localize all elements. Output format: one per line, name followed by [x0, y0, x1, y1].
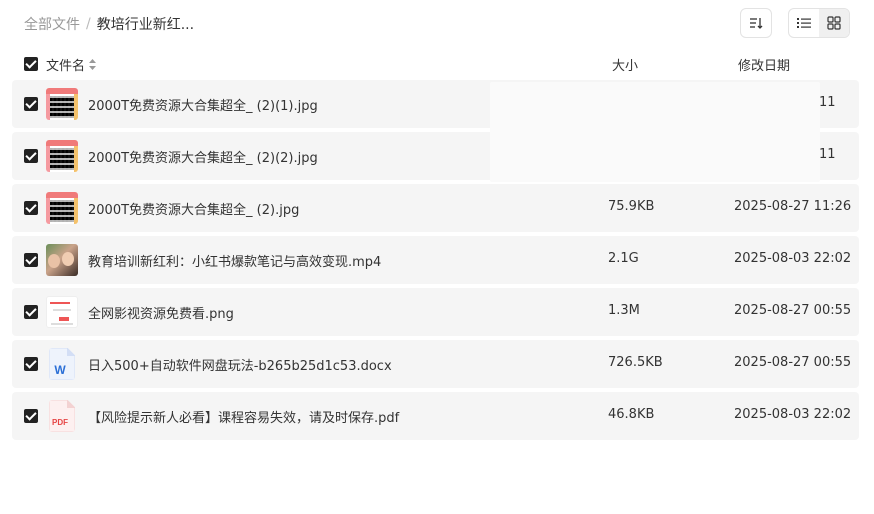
- row-checkbox[interactable]: [24, 253, 38, 267]
- png-image-icon: [46, 296, 78, 328]
- file-size: 2.1G: [608, 251, 639, 266]
- file-row[interactable]: W 日入500+自动软件网盘玩法-b265b25d1c53.docx 726.5…: [12, 340, 859, 388]
- video-thumbnail-icon: [46, 244, 78, 276]
- file-date: 2025-08-03 22:02: [734, 251, 852, 266]
- file-date: 2025-08-27 11:26: [734, 199, 852, 214]
- svg-text:W: W: [54, 363, 66, 377]
- name-column-header[interactable]: 文件名: [46, 55, 97, 74]
- file-size: 75.9KB: [608, 199, 655, 214]
- file-name[interactable]: 2000T免费资源大合集超全_ (2)(2).jpg: [88, 147, 318, 166]
- qr-image-icon: [46, 88, 78, 120]
- view-toggle: [788, 8, 850, 38]
- grid-view-icon: [827, 16, 841, 30]
- grid-view-button[interactable]: [819, 9, 849, 37]
- list-view-button[interactable]: [789, 9, 819, 37]
- file-name[interactable]: 教育培训新红利：小红书爆款笔记与高效变现.mp4: [88, 251, 381, 270]
- svg-text:PDF: PDF: [52, 418, 68, 427]
- word-doc-icon: W: [46, 348, 78, 380]
- file-date: 11: [819, 95, 836, 110]
- file-size: 1.3M: [608, 303, 640, 318]
- breadcrumb-separator: /: [86, 16, 91, 32]
- file-date: 11: [819, 147, 836, 162]
- file-row[interactable]: 2000T免费资源大合集超全_ (2).jpg 75.9KB 2025-08-2…: [12, 184, 859, 232]
- hover-overlay: [490, 82, 820, 182]
- row-checkbox[interactable]: [24, 201, 38, 215]
- size-column-header[interactable]: 大小: [612, 55, 638, 74]
- list-view-icon: [797, 18, 811, 28]
- row-checkbox[interactable]: [24, 357, 38, 371]
- row-checkbox[interactable]: [24, 305, 38, 319]
- file-name[interactable]: 2000T免费资源大合集超全_ (2).jpg: [88, 199, 299, 218]
- row-checkbox[interactable]: [24, 97, 38, 111]
- select-all-checkbox[interactable]: [24, 57, 38, 71]
- name-column-label: 文件名: [46, 59, 86, 74]
- file-name[interactable]: 【风险提示新人必看】课程容易失效，请及时保存.pdf: [88, 407, 399, 426]
- pdf-doc-icon: PDF: [46, 400, 78, 432]
- file-date: 2025-08-27 00:55: [734, 355, 852, 370]
- qr-image-icon: [46, 140, 78, 172]
- breadcrumb-root-link[interactable]: 全部文件: [24, 14, 80, 34]
- file-name[interactable]: 2000T免费资源大合集超全_ (2)(1).jpg: [88, 95, 318, 114]
- row-checkbox[interactable]: [24, 149, 38, 163]
- breadcrumb-current: 教培行业新红...: [96, 17, 195, 33]
- file-row[interactable]: 全网影视资源免费看.png 1.3M 2025-08-27 00:55: [12, 288, 859, 336]
- file-size: 726.5KB: [608, 355, 663, 370]
- file-list-header: 文件名 大小 修改日期: [24, 54, 850, 74]
- toolbar: [740, 8, 850, 38]
- sort-button[interactable]: [740, 8, 772, 38]
- sort-icon: [750, 18, 763, 29]
- breadcrumb: 全部文件 / 教培行业新红...: [24, 14, 194, 34]
- file-name[interactable]: 日入500+自动软件网盘玩法-b265b25d1c53.docx: [88, 355, 392, 374]
- date-column-header[interactable]: 修改日期: [738, 55, 790, 74]
- file-date: 2025-08-27 00:55: [734, 303, 852, 318]
- sort-toggle-icon[interactable]: [89, 59, 97, 70]
- row-checkbox[interactable]: [24, 409, 38, 423]
- file-date: 2025-08-03 22:02: [734, 407, 852, 422]
- qr-image-icon: [46, 192, 78, 224]
- file-row[interactable]: PDF 【风险提示新人必看】课程容易失效，请及时保存.pdf 46.8KB 20…: [12, 392, 859, 440]
- file-size: 46.8KB: [608, 407, 655, 422]
- file-name[interactable]: 全网影视资源免费看.png: [88, 303, 234, 322]
- file-row[interactable]: 教育培训新红利：小红书爆款笔记与高效变现.mp4 2.1G 2025-08-03…: [12, 236, 859, 284]
